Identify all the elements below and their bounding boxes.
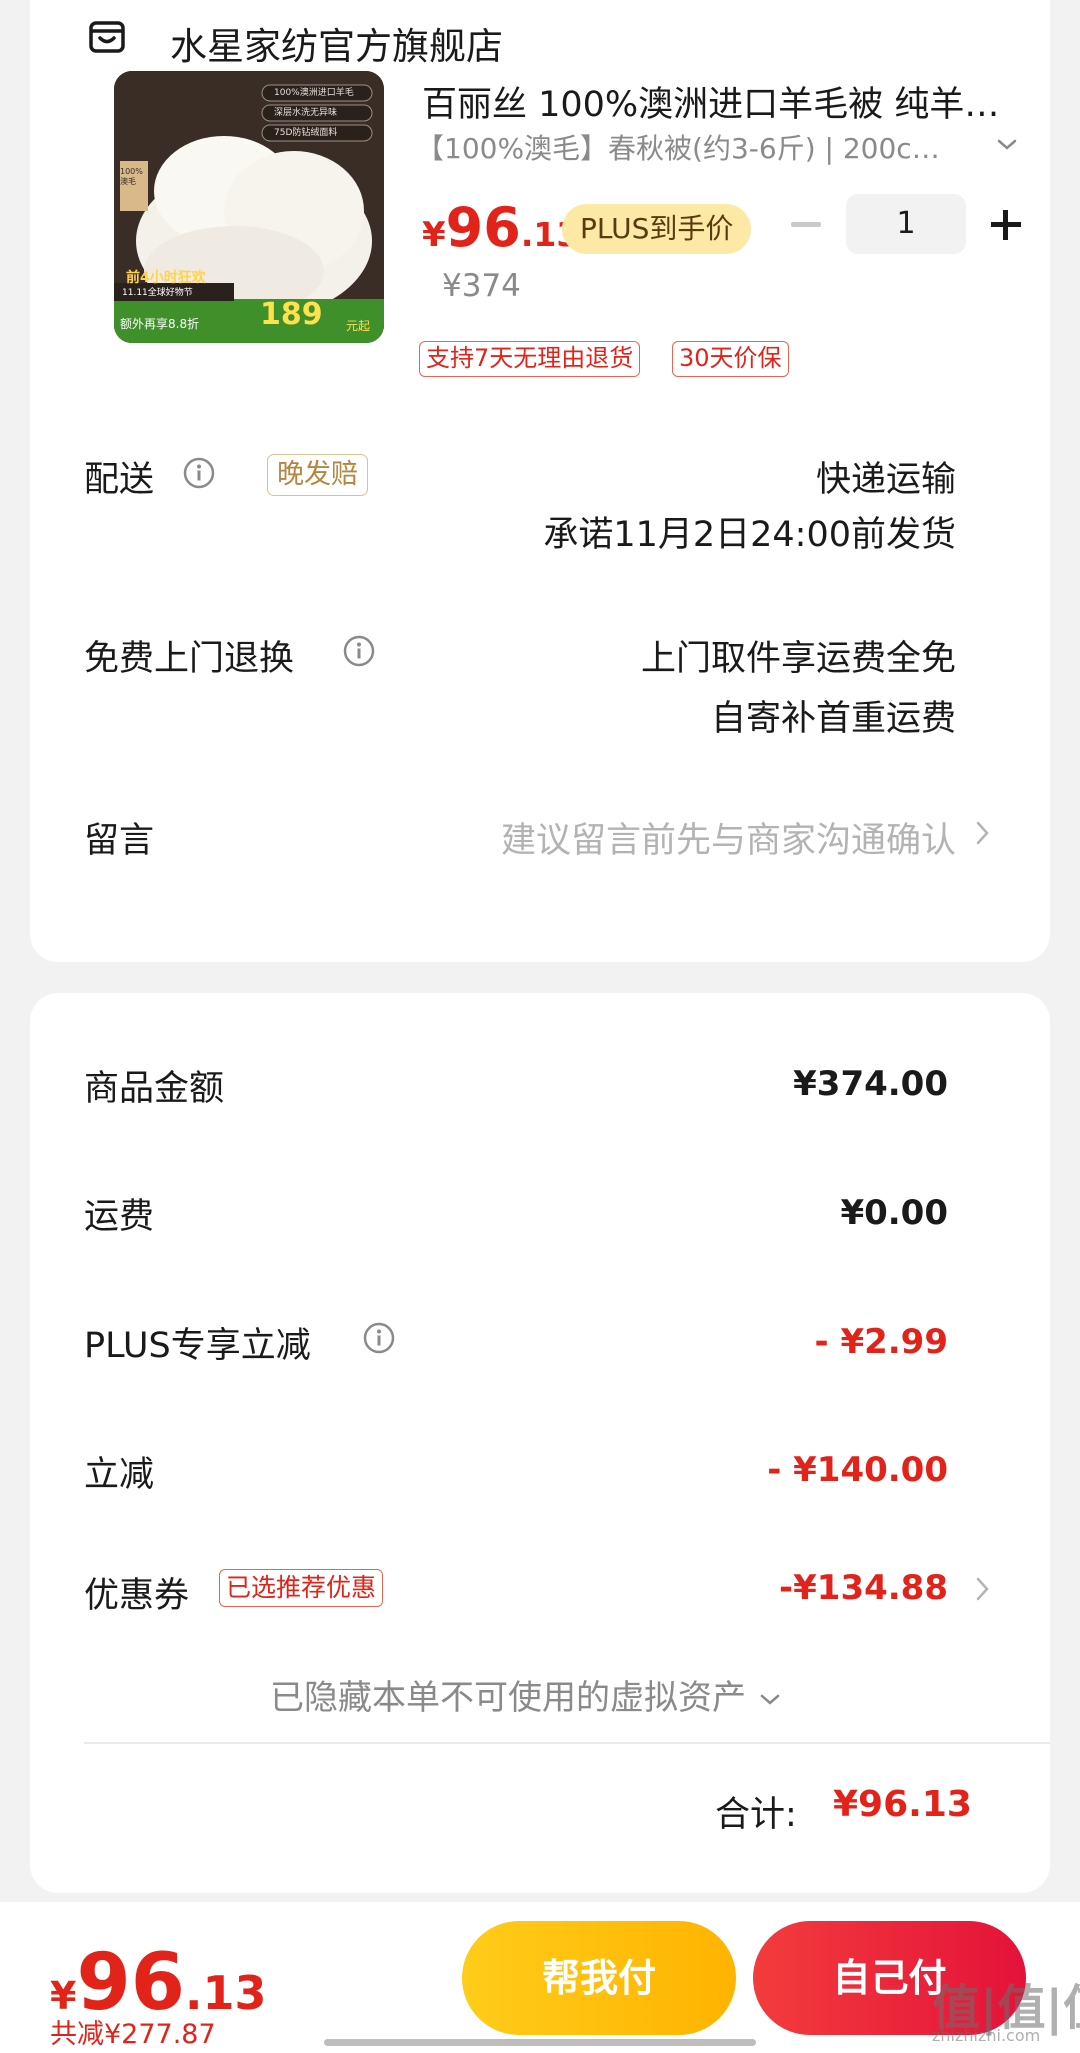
thumb-feature-3: 75D防钻绒面料 xyxy=(274,128,338,138)
watermark-url: zhizhizhi.com xyxy=(932,2026,1041,2045)
hidden-assets-toggle[interactable]: 已隐藏本单不可使用的虚拟资产 xyxy=(270,1670,783,1719)
home-indicator[interactable] xyxy=(324,2039,756,2046)
friend-pay-button[interactable]: 帮我付 xyxy=(462,1921,736,2035)
goods-amount-value: ¥374.00 xyxy=(793,1064,948,1104)
plus-discount-label: PLUS专享立减 xyxy=(84,1326,311,1366)
total-label: 合计: xyxy=(715,1795,797,1835)
message-label: 留言 xyxy=(84,821,155,861)
total-saved: 共减¥277.87 xyxy=(50,2019,216,2050)
price-summary-card xyxy=(30,993,1050,1893)
shipping-fee-value: ¥0.00 xyxy=(840,1193,948,1233)
product-title[interactable]: 百丽丝 100%澳洲进口羊毛被 纯羊毛冬被 xyxy=(422,76,1022,127)
plus-discount-value: - ¥2.99 xyxy=(814,1322,949,1362)
divider xyxy=(84,1742,1050,1744)
message-input[interactable]: 建议留言前先与商家沟通确认 xyxy=(501,812,956,863)
delivery-method[interactable]: 快递运输 xyxy=(816,451,956,502)
info-icon[interactable] xyxy=(182,456,216,490)
thumb-feature-2: 深层水洗无异味 xyxy=(274,108,338,118)
delivery-label: 配送 xyxy=(84,460,155,500)
price-integer: 96 xyxy=(445,196,521,259)
delivery-promise: 承诺11月2日24:00前发货 xyxy=(543,515,956,555)
quantity-decrease-button[interactable] xyxy=(791,222,821,227)
product-image xyxy=(114,71,384,343)
thumb-promo-3: 额外再享8.8折 xyxy=(120,317,200,331)
product-price: ¥96.13 xyxy=(422,196,579,259)
chevron-down-icon[interactable] xyxy=(992,130,1022,160)
thumb-price: 189 xyxy=(260,297,323,332)
thumb-unit: 元起 xyxy=(346,319,371,333)
product-spec[interactable]: 【100%澳毛】春秋被(约3-6斤) | 200cm×230cm xyxy=(416,127,961,167)
thumb-feature-1: 100%澳洲进口羊毛 xyxy=(274,88,354,98)
plus-price-badge: PLUS到手价 xyxy=(562,204,752,254)
hidden-assets-text: 已隐藏本单不可使用的虚拟资产 xyxy=(270,1678,746,1718)
instant-discount-label: 立减 xyxy=(84,1455,155,1495)
coupon-value[interactable]: -¥134.88 xyxy=(779,1568,948,1608)
info-icon[interactable] xyxy=(362,1321,396,1355)
thumb-promo-1: 前4小时狂欢 xyxy=(126,270,206,286)
goods-amount-label: 商品金额 xyxy=(84,1069,225,1109)
thumb-promo-2: 11.11全球好物节 xyxy=(122,288,193,298)
coupon-recommended-badge: 已选推荐优惠 xyxy=(219,1569,384,1607)
quantity-input[interactable]: 1 xyxy=(846,194,966,254)
late-delivery-compensation-badge: 晚发赔 xyxy=(267,454,368,496)
chevron-down-icon xyxy=(760,1694,780,1705)
info-icon[interactable] xyxy=(342,634,376,668)
original-price: ¥374 xyxy=(442,268,521,304)
chevron-right-icon[interactable] xyxy=(974,1574,992,1604)
return-policy-tag: 支持7天无理由退货 xyxy=(419,341,641,377)
shipping-fee-label: 运费 xyxy=(84,1197,155,1237)
store-name[interactable]: 水星家纺官方旗舰店 xyxy=(170,16,503,70)
order-item-card: 水星家纺官方旗舰店 100%澳洲进口羊毛 深层水洗无异味 75D防钻绒面料 10… xyxy=(30,0,1050,962)
plus-icon[interactable] xyxy=(1003,210,1008,240)
free-return-label: 免费上门退换 xyxy=(84,639,295,679)
product-thumbnail[interactable]: 100%澳洲进口羊毛 深层水洗无异味 75D防钻绒面料 100%澳毛 前4小时狂… xyxy=(114,71,384,343)
coupon-label: 优惠券 xyxy=(84,1576,190,1616)
thumb-badge: 100%澳毛 xyxy=(120,167,143,186)
total-value: ¥96.13 xyxy=(833,1784,972,1825)
price-currency: ¥ xyxy=(422,215,446,255)
instant-discount-value: - ¥140.00 xyxy=(767,1450,948,1490)
price-protect-tag: 30天价保 xyxy=(672,341,789,377)
store-icon xyxy=(89,21,125,53)
free-return-line-1: 上门取件享运费全免 xyxy=(640,639,956,679)
free-return-line-2: 自寄补首重运费 xyxy=(710,699,956,739)
chevron-right-icon[interactable] xyxy=(974,818,992,848)
